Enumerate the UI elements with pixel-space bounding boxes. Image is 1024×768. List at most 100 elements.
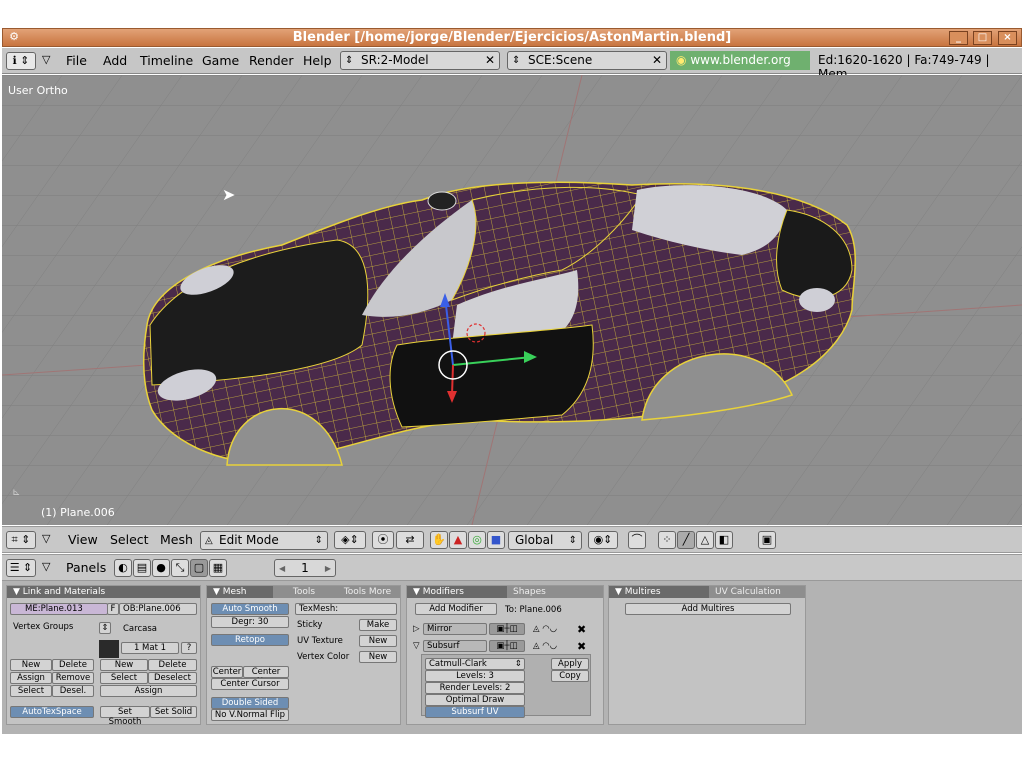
subsurf-modifier-name[interactable]: Subsurf — [423, 640, 487, 652]
material-color-swatch[interactable] — [99, 640, 119, 658]
render-preview-icon[interactable]: ▣ — [758, 531, 776, 549]
delete-scene-icon[interactable]: ✕ — [652, 52, 662, 69]
smooth-degree-field[interactable]: Degr: 30 — [211, 616, 289, 628]
mat-delete-button[interactable]: Delete — [148, 659, 197, 671]
menu-select[interactable]: Select — [110, 532, 149, 547]
snap-icon[interactable]: ⇄ — [396, 531, 424, 549]
menu-file[interactable]: File — [66, 53, 87, 68]
menu-render[interactable]: Render — [249, 53, 294, 68]
tab-uv-calculation[interactable]: UV Calculation — [709, 586, 805, 598]
menu-add[interactable]: Add — [103, 53, 127, 68]
texmesh-field[interactable]: TexMesh: — [295, 603, 397, 615]
material-help-button[interactable]: ? — [181, 642, 197, 654]
autotexspace-toggle[interactable]: AutoTexSpace — [10, 706, 94, 718]
menu-view[interactable]: View — [68, 532, 98, 547]
script-context-icon[interactable]: ▤ — [133, 559, 151, 577]
vg-assign-button[interactable]: Assign — [10, 672, 52, 684]
scene-context-icon[interactable]: ▦ — [209, 559, 227, 577]
subdivision-type-selector[interactable]: Catmull-Clark ⇕ — [425, 658, 525, 670]
subsurf-uv-toggle[interactable]: Subsurf UV — [425, 706, 525, 718]
menu-mesh[interactable]: Mesh — [160, 532, 193, 547]
tab-link-materials[interactable]: ▼ Link and Materials — [7, 586, 200, 598]
vertex-select-icon[interactable]: ⁘ — [658, 531, 676, 549]
vg-select-button[interactable]: Select — [10, 685, 52, 697]
face-select-icon[interactable]: △ — [696, 531, 714, 549]
mesh-name-field[interactable]: ME:Plane.013 — [10, 603, 108, 615]
mode-selector[interactable]: ◬ Edit Mode ⇕ — [200, 531, 328, 550]
mat-select-button[interactable]: Select — [100, 672, 148, 684]
mirror-cage-icon[interactable]: ◬ ◠◡ — [533, 624, 557, 634]
tab-tools[interactable]: Tools — [273, 586, 335, 598]
center-button[interactable]: Center — [211, 666, 243, 678]
add-multires-button[interactable]: Add Multires — [625, 603, 791, 615]
vg-delete-button[interactable]: Delete — [52, 659, 94, 671]
mat-deselect-button[interactable]: Deselect — [148, 672, 197, 684]
car-mesh[interactable] — [2, 75, 1022, 525]
sticky-make-button[interactable]: Make — [359, 619, 397, 631]
copy-modifier-button[interactable]: Copy — [551, 670, 589, 682]
vg-deselect-button[interactable]: Desel. — [52, 685, 94, 697]
vg-new-button[interactable]: New — [10, 659, 52, 671]
logic-context-icon[interactable]: ◐ — [114, 559, 132, 577]
vg-remove-button[interactable]: Remove — [52, 672, 94, 684]
menu-help[interactable]: Help — [303, 53, 332, 68]
mat-new-button[interactable]: New — [100, 659, 148, 671]
material-index-field[interactable]: 1 Mat 1 — [121, 642, 179, 654]
proportional-falloff-icon[interactable]: ⌒ — [628, 531, 646, 549]
double-sided-toggle[interactable]: Double Sided — [211, 697, 289, 709]
menu-game[interactable]: Game — [202, 53, 239, 68]
frame-next-icon[interactable]: ▶ — [325, 560, 331, 577]
window-menu-icon[interactable]: ⚙ — [7, 30, 21, 44]
center-cursor-button[interactable]: Center Cursor — [211, 678, 289, 690]
translate-icon[interactable]: ▲ — [449, 531, 467, 549]
vertex-color-new-button[interactable]: New — [359, 651, 397, 663]
collapse-menu-icon[interactable]: ▽ — [42, 53, 50, 66]
tab-multires[interactable]: ▼ Multires — [609, 586, 709, 598]
info-window-icon[interactable]: ℹ ⇕ — [6, 52, 36, 70]
auto-smooth-toggle[interactable]: Auto Smooth — [211, 603, 289, 615]
rotate-icon[interactable]: ◎ — [468, 531, 486, 549]
mirror-modifier-name[interactable]: Mirror — [423, 623, 487, 635]
collapse-menu-icon[interactable]: ▽ — [42, 532, 50, 545]
subsurf-collapse-icon[interactable]: ▽ — [413, 641, 420, 651]
close-button[interactable]: × — [998, 31, 1017, 45]
blender-site-link[interactable]: ◉ www.blender.org 249 — [670, 51, 810, 86]
orientation-selector[interactable]: Global ⇕ — [508, 531, 582, 550]
screen-selector[interactable]: ⇕ SR:2-Model ✕ — [340, 51, 500, 70]
window-type-icon[interactable]: ⌗ ⇕ — [6, 531, 36, 549]
object-context-icon[interactable]: ⤡ — [171, 559, 189, 577]
retopo-toggle[interactable]: Retopo — [211, 634, 289, 646]
tab-tools-more[interactable]: Tools More — [335, 586, 400, 598]
material-browse-button[interactable]: ⇕ — [99, 622, 111, 634]
delete-screen-icon[interactable]: ✕ — [485, 52, 495, 69]
menu-timeline[interactable]: Timeline — [140, 53, 193, 68]
tab-shapes[interactable]: Shapes — [507, 586, 603, 598]
mirror-remove-icon[interactable]: ✖ — [577, 623, 586, 636]
proportional-edit-icon[interactable]: ◉⇕ — [588, 531, 618, 549]
minimize-button[interactable]: _ — [949, 31, 968, 45]
edge-select-icon[interactable]: ╱ — [677, 531, 695, 549]
shading-context-icon[interactable]: ● — [152, 559, 170, 577]
levels-field[interactable]: Levels: 3 — [425, 670, 525, 682]
mirror-display-icons[interactable]: ▣┼◫ — [489, 623, 525, 635]
fake-user-button[interactable]: F — [107, 603, 119, 615]
subsurf-cage-icon[interactable]: ◬ ◠◡ — [533, 641, 557, 651]
manipulator-hand-icon[interactable]: ✋ — [430, 531, 448, 549]
render-levels-field[interactable]: Render Levels: 2 — [425, 682, 525, 694]
3d-viewport[interactable]: ➤ User Ortho ⊾ (1) Plane.006 — [2, 75, 1022, 525]
subsurf-display-icons[interactable]: ▣┼◫ — [489, 640, 525, 652]
mat-assign-button[interactable]: Assign — [100, 685, 197, 697]
mirror-expand-icon[interactable]: ▷ — [413, 624, 420, 634]
add-modifier-button[interactable]: Add Modifier — [415, 603, 497, 615]
pivot-icon[interactable]: ⦿ — [372, 531, 394, 549]
set-smooth-button[interactable]: Set Smooth — [100, 706, 150, 727]
frame-field[interactable]: ◀ 1 ▶ — [274, 559, 336, 577]
no-vnormal-flip-toggle[interactable]: No V.Normal Flip — [211, 709, 289, 721]
draw-type-icon[interactable]: ◈⇕ — [334, 531, 366, 549]
frame-prev-icon[interactable]: ◀ — [279, 560, 285, 577]
object-name-field[interactable]: OB:Plane.006 — [119, 603, 197, 615]
maximize-button[interactable]: □ — [973, 31, 992, 45]
apply-modifier-button[interactable]: Apply — [551, 658, 589, 670]
tab-modifiers[interactable]: ▼ Modifiers — [407, 586, 507, 598]
editing-context-icon[interactable]: ▢ — [190, 559, 208, 577]
